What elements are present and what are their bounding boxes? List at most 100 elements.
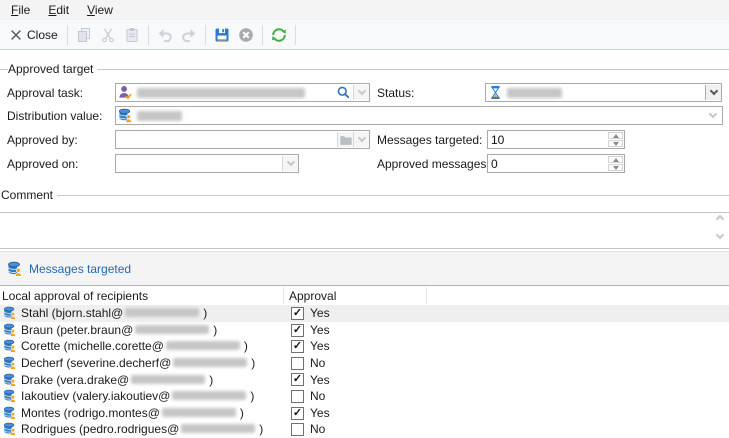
search-button[interactable] [334, 85, 352, 100]
approved-by-field[interactable] [115, 130, 370, 149]
spinner-down-button[interactable] [608, 164, 623, 171]
toolbar: Close [0, 20, 729, 50]
recipient-label: Corette (michelle.corette@) [21, 339, 248, 354]
save-button[interactable] [210, 23, 234, 47]
approval-value: Yes [310, 372, 330, 387]
browse-folder-button[interactable] [337, 132, 353, 147]
refresh-icon [270, 27, 287, 42]
application-window: File Edit View Close Approved target App… [0, 0, 729, 438]
table-row[interactable]: Braun (peter.braun@) ✓ Yes [0, 322, 729, 339]
cancel-button[interactable] [234, 23, 258, 47]
recipients-table: Stahl (bjorn.stahl@) ✓ Yes Braun (peter.… [0, 305, 729, 438]
column-header-approval[interactable]: Approval [289, 289, 336, 303]
chevron-down-icon [708, 109, 718, 119]
redacted-distribution-value [137, 110, 182, 121]
messages-targeted-link[interactable]: Messages targeted [29, 262, 131, 276]
comment-title: Comment [0, 188, 58, 202]
close-button[interactable]: Close [4, 26, 63, 44]
approved-on-field[interactable] [115, 154, 299, 173]
menu-view[interactable]: View [78, 1, 122, 19]
approval-checkbox[interactable]: ✓ [291, 323, 304, 337]
messages-targeted-input[interactable] [491, 132, 591, 147]
approved-on-label: Approved on: [7, 157, 79, 171]
status-label: Status: [377, 86, 415, 100]
scroll-down-icon[interactable] [715, 230, 725, 240]
table-row[interactable]: Iakoutiev (valery.iakoutiev@) No [0, 388, 729, 405]
approved-messages-spinner [487, 154, 625, 173]
approved-messages-input[interactable] [491, 156, 591, 171]
refresh-button[interactable] [267, 23, 291, 47]
approved-on-dropdown-button[interactable] [282, 156, 298, 171]
approval-checkbox[interactable]: ✓ [291, 406, 304, 420]
save-icon [215, 28, 229, 41]
column-separator[interactable] [283, 287, 284, 304]
redacted-email-domain [131, 374, 206, 384]
approval-checkbox[interactable]: ✓ [291, 340, 304, 354]
approved-by-dropdown-button[interactable] [353, 132, 369, 147]
table-row[interactable]: Montes (rodrigo.montes@) ✓ Yes [0, 405, 729, 422]
scroll-up-icon[interactable] [715, 214, 725, 224]
group-border [0, 69, 729, 70]
approval-value: No [310, 389, 326, 404]
recipient-label: Iakoutiev (valery.iakoutiev@) [21, 389, 255, 404]
hourglass-icon [490, 86, 501, 99]
toolbar-separator [66, 24, 68, 45]
approval-task-field[interactable] [115, 83, 370, 102]
redacted-email-domain [173, 358, 248, 368]
approval-checkbox[interactable] [291, 389, 304, 403]
approval-value: Yes [310, 322, 330, 337]
column-header-recipients[interactable]: Local approval of recipients [2, 289, 148, 303]
paste-button[interactable] [120, 23, 144, 47]
table-row[interactable]: Decherf (severine.decherf@) No [0, 355, 729, 372]
menu-file[interactable]: File [2, 1, 39, 19]
undo-button[interactable] [153, 23, 177, 47]
recipient-label: Decherf (severine.decherf@) [21, 356, 256, 371]
recipient-icon [3, 306, 17, 321]
status-dropdown-button[interactable] [705, 85, 721, 100]
redo-button[interactable] [177, 23, 201, 47]
toolbar-separator [204, 24, 206, 45]
triangle-down-icon [612, 141, 619, 146]
status-field[interactable] [485, 83, 722, 102]
column-separator[interactable] [426, 287, 427, 304]
toolbar-separator [294, 24, 296, 45]
approval-checkbox[interactable] [291, 356, 304, 370]
distribution-dropdown-button[interactable] [704, 108, 722, 123]
cut-button[interactable] [96, 23, 120, 47]
table-row[interactable]: Rodrigues (pedro.rodrigues@) No [0, 421, 729, 438]
approval-value: Yes [310, 405, 330, 420]
table-row[interactable]: Stahl (bjorn.stahl@) ✓ Yes [0, 305, 729, 322]
menu-edit[interactable]: Edit [39, 1, 78, 19]
table-row[interactable]: Drake (vera.drake@) ✓ Yes [0, 371, 729, 388]
messages-targeted-icon [8, 261, 22, 277]
comment-input[interactable] [0, 213, 700, 246]
recipient-label: Rodrigues (pedro.rodrigues@) [21, 422, 264, 437]
redacted-email-domain [172, 391, 247, 401]
spinner-buttons [608, 132, 623, 147]
approval-value: No [310, 422, 326, 437]
approval-checkbox[interactable] [291, 423, 304, 437]
distribution-value-field[interactable] [115, 106, 723, 125]
spinner-up-button[interactable] [608, 132, 623, 139]
close-button-label: Close [27, 27, 58, 42]
redacted-email-domain [161, 407, 236, 417]
chevron-down-icon [286, 157, 295, 167]
chevron-down-icon [357, 133, 366, 143]
table-row[interactable]: Corette (michelle.corette@) ✓ Yes [0, 338, 729, 355]
recipient-icon [3, 339, 17, 354]
approval-task-label: Approval task: [7, 86, 84, 100]
approval-checkbox[interactable]: ✓ [291, 373, 304, 387]
redacted-email-domain [181, 424, 256, 434]
triangle-down-icon [612, 165, 619, 170]
paste-icon [126, 27, 138, 42]
search-icon [337, 86, 350, 99]
checkmark-icon: ✓ [292, 340, 303, 353]
copy-button[interactable] [72, 23, 96, 47]
recipient-icon [3, 323, 17, 337]
recipient-icon [3, 356, 17, 370]
approval-task-dropdown-button[interactable] [353, 85, 369, 100]
messages-targeted-bar[interactable]: Messages targeted [0, 251, 729, 286]
approval-checkbox[interactable]: ✓ [291, 307, 304, 320]
spinner-up-button[interactable] [608, 156, 623, 163]
spinner-down-button[interactable] [608, 140, 623, 147]
